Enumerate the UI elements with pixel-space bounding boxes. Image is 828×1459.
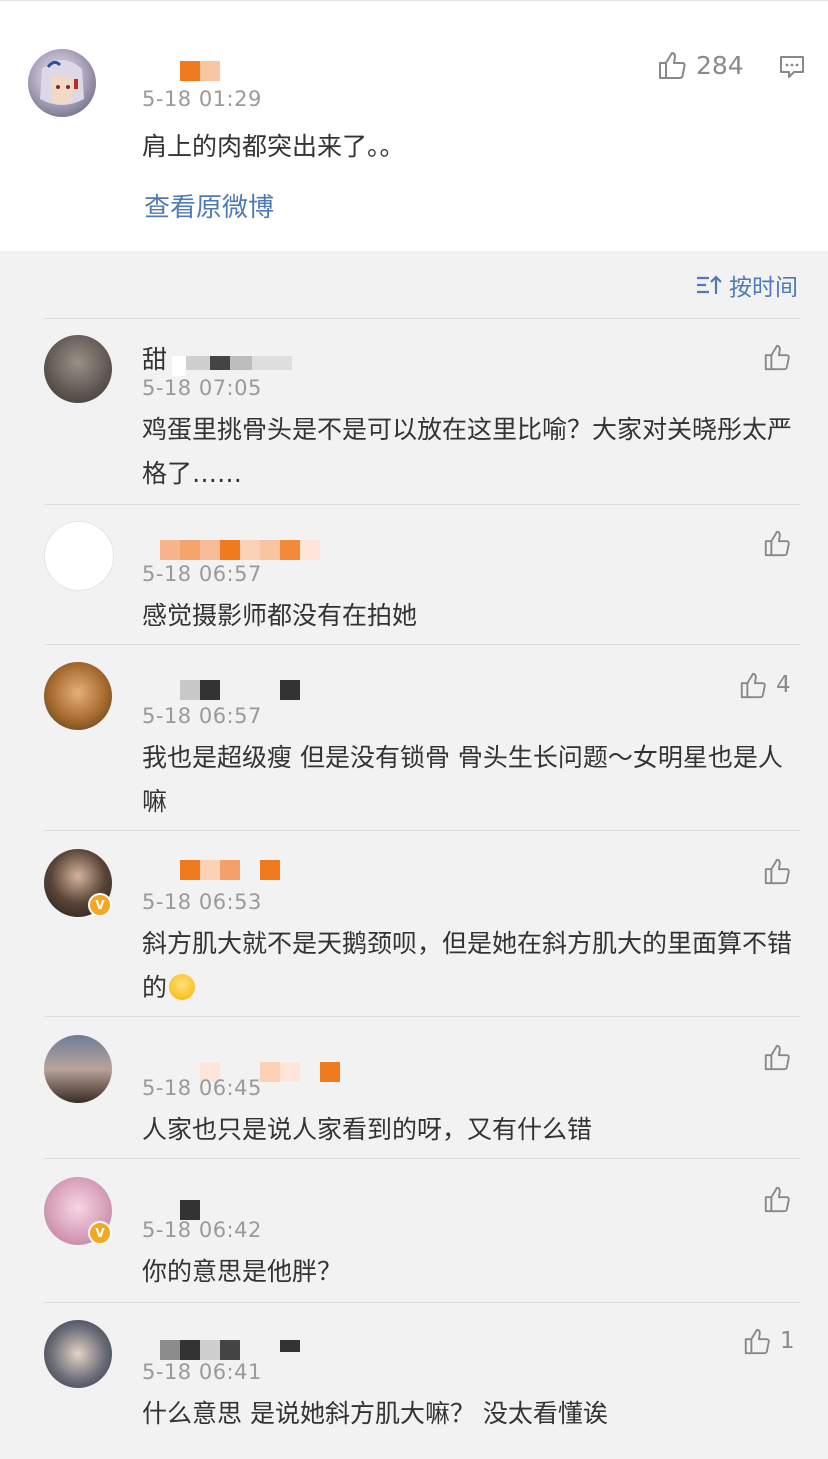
like-button[interactable] <box>762 1042 792 1072</box>
sort-by-time-button[interactable]: 按时间 <box>695 268 798 302</box>
thumbs-up-icon <box>659 52 686 79</box>
comment-icon <box>780 56 804 78</box>
comment-text: 肩上的肉都突出来了。。 <box>142 132 405 161</box>
top-comment-card: 5-18 01:29 肩上的肉都突出来了。。 查看原微博 284 <box>0 0 828 251</box>
avatar-illustration-icon <box>40 60 84 105</box>
like-button[interactable]: 4 <box>738 670 791 700</box>
user-avatar[interactable] <box>44 1320 112 1388</box>
username-mosaic <box>160 1340 300 1360</box>
divider <box>44 318 800 319</box>
like-button[interactable] <box>762 342 792 372</box>
divider <box>44 1016 800 1017</box>
like-button[interactable] <box>762 1184 792 1214</box>
comment-time: 5-18 01:29 <box>142 87 262 111</box>
divider <box>44 1158 800 1159</box>
user-avatar[interactable] <box>44 335 112 403</box>
sort-label: 按时间 <box>729 275 798 301</box>
comment-text: 感觉摄影师都没有在拍她 <box>142 601 418 630</box>
like-count: 1 <box>780 1328 795 1354</box>
comment-text: 鸡蛋里挑骨头是不是可以放在这里比喻？大家对关晓彤太严格了…… <box>142 415 793 488</box>
username-mosaic <box>180 61 220 81</box>
divider <box>44 504 800 505</box>
divider <box>44 644 800 645</box>
comment-text: 人家也只是说人家看到的呀，又有什么错 <box>142 1115 593 1144</box>
like-button[interactable] <box>762 528 792 558</box>
thumbs-up-icon <box>764 344 790 371</box>
username-mosaic <box>180 680 300 700</box>
like-button[interactable] <box>762 856 792 886</box>
user-avatar[interactable] <box>44 662 112 730</box>
comment-time: 5-18 06:53 <box>142 890 262 914</box>
user-avatar[interactable] <box>44 521 114 591</box>
comment-time: 5-18 07:05 <box>142 376 262 400</box>
comment-time: 5-18 06:57 <box>142 562 262 586</box>
reply-button[interactable] <box>778 53 806 85</box>
thumbs-up-icon <box>764 530 790 557</box>
comment-time: 5-18 06:42 <box>142 1218 262 1242</box>
verified-badge-icon: V <box>88 893 112 917</box>
sort-icon <box>697 275 722 294</box>
comment-text: 斜方肌大就不是天鹅颈呗，但是她在斜方肌大的里面算不错的 <box>142 929 793 1002</box>
thumbs-up-icon <box>744 1328 770 1355</box>
laughing-tears-emoji-icon <box>169 974 196 1000</box>
comment-time: 5-18 06:41 <box>142 1360 262 1384</box>
verified-badge-icon: V <box>88 1221 112 1245</box>
comment-text: 我也是超级瘦 但是没有锁骨 骨头生长问题～女明星也是人嘛 <box>142 743 783 816</box>
view-original-weibo-link[interactable]: 查看原微博 <box>144 187 274 224</box>
comment-text: 你的意思是他胖？ <box>142 1257 343 1286</box>
like-count: 284 <box>696 50 744 80</box>
divider <box>44 830 800 831</box>
thumbs-up-icon <box>764 1186 790 1213</box>
username[interactable]: 甜 <box>142 340 167 376</box>
username-mosaic <box>160 540 320 560</box>
username-mosaic <box>180 1200 200 1220</box>
thumbs-up-icon <box>764 858 790 885</box>
comment-time: 5-18 06:45 <box>142 1076 262 1100</box>
like-count: 4 <box>776 672 791 698</box>
thumbs-up-icon <box>764 1044 790 1071</box>
comment-text: 什么意思 是说她斜方肌大嘛？ 没太看懂诶 <box>142 1399 608 1428</box>
divider <box>44 1302 800 1303</box>
user-avatar[interactable] <box>44 1035 112 1103</box>
username-mosaic <box>180 860 280 880</box>
thumbs-up-icon <box>740 672 766 699</box>
user-avatar[interactable] <box>28 49 96 117</box>
like-button[interactable]: 284 <box>656 49 744 81</box>
username-mosaic <box>172 356 292 376</box>
like-button[interactable]: 1 <box>742 1326 795 1356</box>
comment-time: 5-18 06:57 <box>142 704 262 728</box>
